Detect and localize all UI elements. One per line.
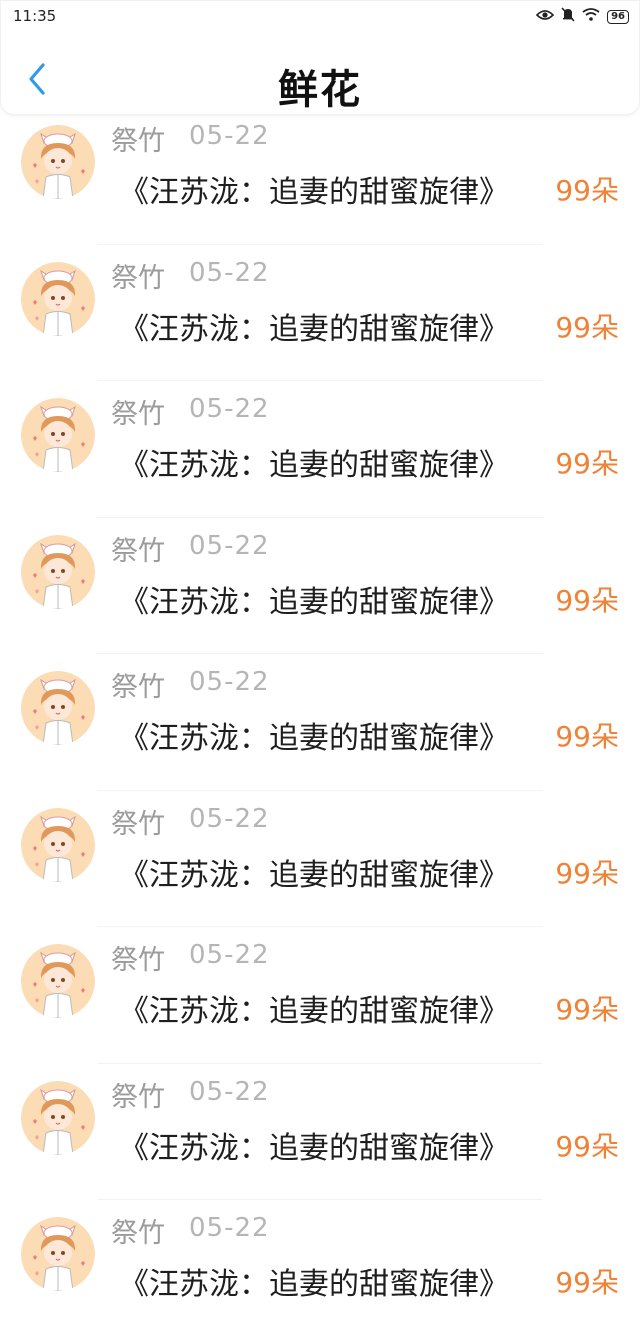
- sender-name: 祭竹: [111, 1081, 165, 1113]
- divider: [97, 1062, 543, 1064]
- battery-indicator: 96: [607, 9, 629, 24]
- avatar[interactable]: [21, 398, 95, 472]
- sender-name: 祭竹: [111, 126, 165, 157]
- avatar[interactable]: [21, 125, 95, 199]
- page-title: 鲜花: [278, 67, 362, 113]
- flower-count: 99朵: [555, 447, 619, 480]
- avatar[interactable]: [21, 534, 95, 609]
- book-title[interactable]: 《汪苏泷：追妻的甜蜜旋律》: [119, 304, 553, 348]
- gift-date: 05-22: [189, 257, 270, 288]
- avatar[interactable]: [21, 944, 95, 1018]
- list-item[interactable]: 祭竹 05-22 《汪苏泷：追妻的甜蜜旋律》 99朵: [0, 390, 640, 527]
- divider: [97, 516, 543, 518]
- gift-date: 05-22: [189, 121, 270, 151]
- list-item[interactable]: 祭竹 05-22 《汪苏泷：追妻的甜蜜旋律》 99朵: [0, 254, 640, 391]
- avatar[interactable]: [21, 261, 95, 336]
- book-title[interactable]: 《汪苏泷：追妻的甜蜜旋律》: [119, 440, 553, 484]
- flower-count: 99朵: [555, 1129, 619, 1163]
- gift-date: 05-22: [189, 394, 270, 424]
- list-item[interactable]: 祭竹 05-22 《汪苏泷：追妻的甜蜜旋律》 99朵: [0, 800, 640, 937]
- sender-name: 祭竹: [111, 262, 165, 294]
- sender-name: 祭竹: [111, 672, 165, 703]
- list-item[interactable]: 祭竹 05-22 《汪苏泷：追妻的甜蜜旋律》 99朵: [0, 663, 640, 800]
- avatar[interactable]: [21, 671, 95, 745]
- sender-name: 祭竹: [111, 399, 165, 430]
- sender-name: 祭竹: [111, 808, 165, 840]
- flower-count: 99朵: [555, 583, 619, 617]
- flower-count: 99朵: [555, 720, 619, 753]
- flower-count: 99朵: [555, 856, 619, 890]
- book-title[interactable]: 《汪苏泷：追妻的甜蜜旋律》: [119, 577, 553, 621]
- gift-date: 05-22: [189, 940, 270, 970]
- flower-count: 99朵: [555, 174, 619, 207]
- divider: [97, 1199, 543, 1200]
- flower-count: 99朵: [555, 1266, 619, 1299]
- sender-name: 祭竹: [111, 535, 165, 567]
- book-title[interactable]: 《汪苏泷：追妻的甜蜜旋律》: [119, 986, 553, 1030]
- book-title[interactable]: 《汪苏泷：追妻的甜蜜旋律》: [119, 167, 553, 211]
- gift-date: 05-22: [189, 803, 270, 834]
- top-bar: 11:35 96 鲜花: [0, 0, 640, 115]
- list-item[interactable]: 祭竹 05-22 《汪苏泷：追妻的甜蜜旋律》 99朵: [0, 1209, 640, 1333]
- wifi-icon: [582, 8, 600, 25]
- eye-icon: [535, 9, 555, 25]
- book-title[interactable]: 《汪苏泷：追妻的甜蜜旋律》: [119, 1259, 553, 1303]
- sender-name: 祭竹: [111, 1218, 165, 1249]
- gift-date: 05-22: [189, 530, 270, 561]
- list-item[interactable]: 祭竹 05-22 《汪苏泷：追妻的甜蜜旋律》 99朵: [0, 117, 640, 254]
- status-icons: 96: [535, 7, 629, 26]
- mute-bell-icon: [561, 7, 575, 26]
- gift-date: 05-22: [189, 1213, 270, 1243]
- divider: [97, 380, 543, 381]
- avatar[interactable]: [21, 1080, 95, 1155]
- list-item[interactable]: 祭竹 05-22 《汪苏泷：追妻的甜蜜旋律》 99朵: [0, 936, 640, 1073]
- flower-count: 99朵: [555, 310, 619, 344]
- status-time: 11:35: [13, 7, 57, 25]
- gift-date: 05-22: [189, 1076, 270, 1107]
- avatar[interactable]: [21, 807, 95, 882]
- divider: [97, 243, 543, 245]
- book-title[interactable]: 《汪苏泷：追妻的甜蜜旋律》: [119, 713, 553, 757]
- book-title[interactable]: 《汪苏泷：追妻的甜蜜旋律》: [119, 1123, 553, 1167]
- divider: [97, 789, 543, 791]
- gift-date: 05-22: [189, 667, 270, 697]
- flower-count: 99朵: [555, 993, 619, 1026]
- divider: [97, 653, 543, 654]
- flower-records-screen: 11:35 96 鲜花 祭竹 05-22 《汪苏泷：追妻的甜蜜旋律》 99朵 祭…: [0, 0, 640, 1333]
- divider: [97, 926, 543, 927]
- book-title[interactable]: 《汪苏泷：追妻的甜蜜旋律》: [119, 850, 553, 894]
- list-item[interactable]: 祭竹 05-22 《汪苏泷：追妻的甜蜜旋律》 99朵: [0, 1073, 640, 1210]
- sender-name: 祭竹: [111, 945, 165, 976]
- flower-list: 祭竹 05-22 《汪苏泷：追妻的甜蜜旋律》 99朵 祭竹 05-22 《汪苏泷…: [0, 117, 640, 1333]
- avatar[interactable]: [21, 1217, 95, 1291]
- list-item[interactable]: 祭竹 05-22 《汪苏泷：追妻的甜蜜旋律》 99朵: [0, 527, 640, 664]
